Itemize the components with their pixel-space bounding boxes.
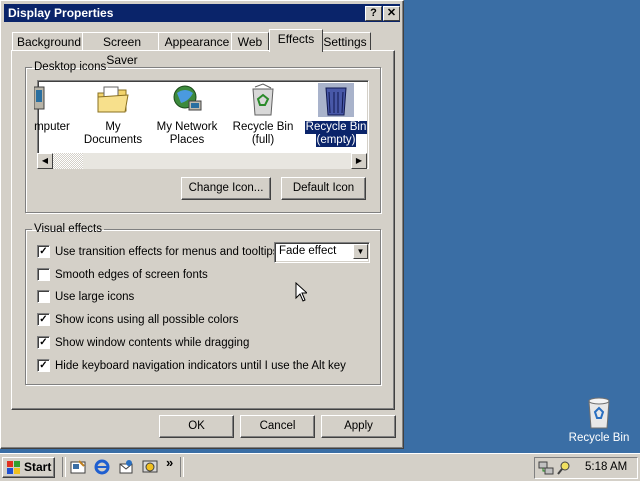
- search-tray-icon[interactable]: [556, 460, 572, 476]
- default-icon-button[interactable]: Default Icon: [281, 177, 366, 200]
- checkbox-checked-icon[interactable]: ✓: [37, 336, 50, 349]
- system-tray: 5:18 AM: [534, 457, 638, 479]
- change-icon-button[interactable]: Change Icon...: [181, 177, 271, 200]
- scroll-right-icon[interactable]: ▶: [351, 153, 367, 169]
- windows-logo-icon: [7, 461, 20, 474]
- recycle-bin-empty-icon: [318, 83, 354, 117]
- outlook-express-icon[interactable]: [118, 459, 134, 475]
- tab-background[interactable]: Background: [12, 32, 86, 51]
- network-tray-icon[interactable]: [538, 460, 554, 476]
- option-label: Use transition effects for menus and too…: [55, 246, 279, 258]
- checkbox-checked-icon[interactable]: ✓: [37, 313, 50, 326]
- transition-effect-select[interactable]: Fade effect ▼: [274, 242, 370, 263]
- tab-settings[interactable]: Settings: [319, 32, 371, 51]
- apply-button[interactable]: Apply: [321, 415, 396, 438]
- desktop-recycle-bin[interactable]: Recycle Bin: [568, 397, 630, 444]
- icon-label-line2: (full): [251, 134, 275, 146]
- icons-horizontal-scrollbar[interactable]: ◀ ▶: [37, 153, 367, 169]
- network-places-icon: [173, 85, 202, 111]
- help-button[interactable]: ?: [365, 6, 382, 21]
- chevron-down-icon[interactable]: ▼: [353, 244, 368, 259]
- tab-effects[interactable]: Effects: [269, 29, 323, 52]
- start-label: Start: [24, 460, 52, 474]
- window-title: Display Properties: [8, 6, 114, 20]
- taskbar-separator: [180, 457, 184, 477]
- option-label: Smooth edges of screen fonts: [55, 269, 208, 281]
- checkbox-checked-icon[interactable]: ✓: [37, 359, 50, 372]
- title-bar[interactable]: Display Properties ? ✕: [4, 4, 400, 22]
- taskbar: Start » 5:18 AM: [0, 453, 640, 481]
- mouse-cursor-icon: [295, 282, 307, 302]
- icon-label-line2: Places: [169, 134, 205, 146]
- icon-item-network-places[interactable]: My Network Places: [154, 83, 220, 147]
- icon-item-recycle-empty[interactable]: Recycle Bin (empty): [304, 83, 368, 147]
- recycle-bin-icon: [588, 397, 610, 429]
- checkbox-checked-icon[interactable]: ✓: [37, 245, 50, 258]
- scroll-left-icon[interactable]: ◀: [37, 153, 53, 169]
- internet-explorer-icon[interactable]: [94, 459, 110, 475]
- icon-label: Recycle Bin: [304, 121, 368, 134]
- tab-appearance[interactable]: Appearance: [158, 32, 236, 51]
- icon-label-line2: (empty): [315, 134, 357, 147]
- option-label: Use large icons: [55, 291, 135, 303]
- windows-media-icon[interactable]: [142, 459, 158, 475]
- visual-effects-legend: Visual effects: [34, 223, 102, 235]
- scroll-thumb[interactable]: [53, 153, 83, 169]
- desktop-icons-legend: Desktop icons: [34, 61, 107, 73]
- close-button[interactable]: ✕: [383, 6, 400, 21]
- my-computer-icon: [33, 86, 45, 110]
- start-button[interactable]: Start: [2, 457, 55, 478]
- quick-launch-chevron[interactable]: »: [166, 455, 173, 470]
- show-desktop-icon[interactable]: [70, 459, 86, 475]
- option-label: Show window contents while dragging: [55, 337, 250, 349]
- icon-label: mputer: [34, 121, 70, 133]
- recycle-bin-full-icon: [252, 83, 274, 116]
- icon-label: My Network: [156, 121, 218, 133]
- icon-item-recycle-full[interactable]: Recycle Bin (full): [230, 83, 296, 147]
- icon-label: Recycle Bin: [232, 121, 294, 133]
- cancel-button[interactable]: Cancel: [240, 415, 315, 438]
- clock[interactable]: 5:18 AM: [585, 461, 627, 473]
- taskbar-separator: [62, 457, 66, 477]
- ok-button[interactable]: OK: [159, 415, 234, 438]
- option-label: Hide keyboard navigation indicators unti…: [55, 360, 346, 372]
- checkbox-unchecked-icon[interactable]: [37, 268, 50, 281]
- display-properties-window: Display Properties ? ✕ Background Screen…: [0, 0, 404, 449]
- tab-screen-saver[interactable]: Screen Saver: [82, 32, 162, 67]
- option-label: Show icons using all possible colors: [55, 314, 239, 326]
- checkbox-unchecked-icon[interactable]: [37, 290, 50, 303]
- icon-label: My Documents: [83, 121, 143, 146]
- icon-item-my-documents[interactable]: My Documents: [75, 83, 151, 147]
- folder-icon: [97, 86, 129, 113]
- icon-item-my-computer[interactable]: mputer: [32, 83, 72, 134]
- desktop-icon-label: Recycle Bin: [568, 432, 630, 444]
- tab-web[interactable]: Web: [231, 32, 269, 51]
- select-value: Fade effect: [279, 245, 337, 257]
